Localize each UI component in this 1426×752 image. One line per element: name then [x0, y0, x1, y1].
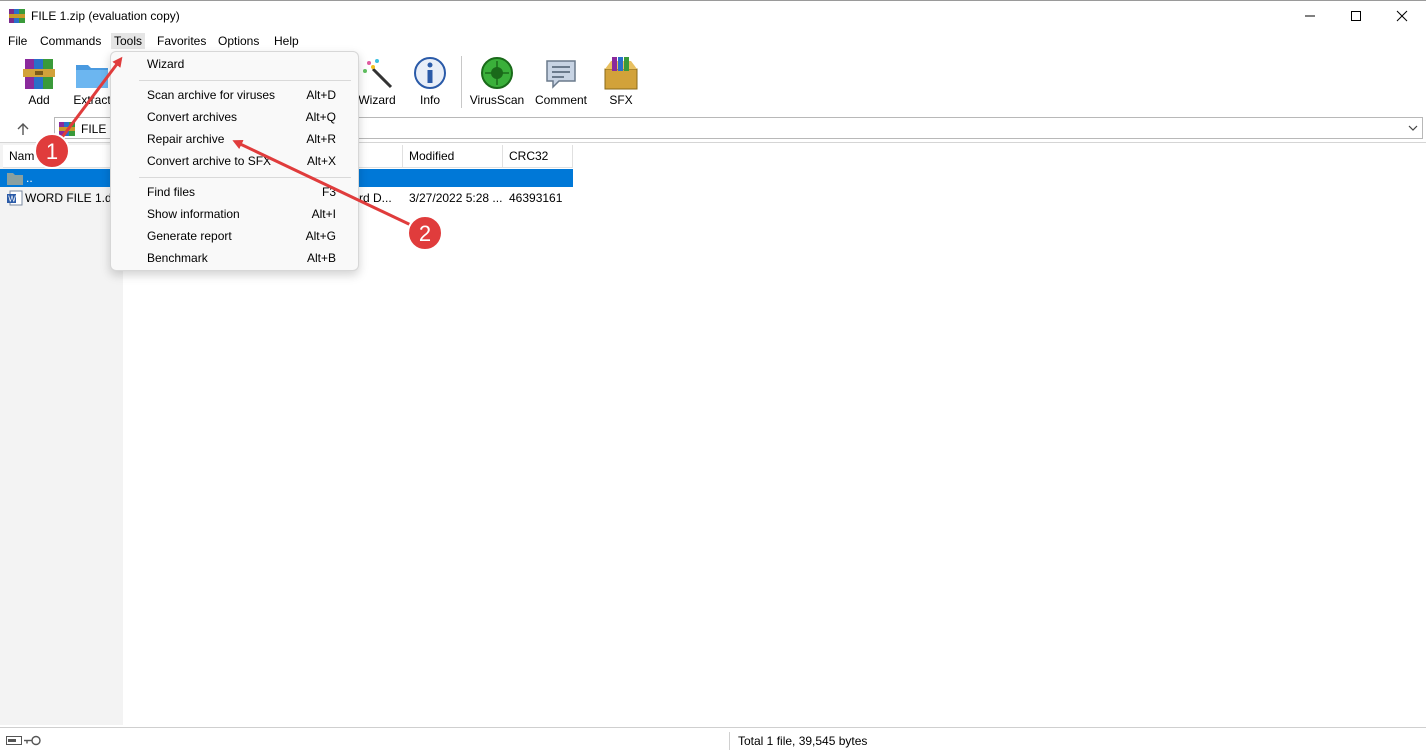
close-icon — [1396, 10, 1408, 22]
comment-icon — [546, 60, 576, 89]
menu-item-shortcut: Alt+R — [306, 132, 336, 146]
menu-help[interactable]: Help — [271, 33, 302, 49]
menu-item-repair-archive[interactable]: Repair archive Alt+R — [111, 128, 358, 150]
status-divider — [729, 732, 730, 750]
sfx-label: SFX — [609, 93, 633, 107]
virus-scan-icon — [481, 57, 513, 89]
drive-icon — [6, 736, 22, 745]
menu-item-label: Find files — [147, 185, 196, 199]
menu-file[interactable]: File — [5, 33, 30, 49]
step-badge-2 — [407, 215, 443, 251]
word-document-icon: W — [7, 190, 23, 206]
column-header-modified[interactable]: Modified — [403, 145, 503, 168]
menu-options[interactable]: Options — [215, 33, 262, 49]
info-button[interactable]: Info — [400, 55, 460, 111]
menu-item-shortcut: Alt+G — [305, 229, 336, 243]
status-bar: Total 1 file, 39,545 bytes — [0, 727, 1426, 752]
menu-bar: File Commands Tools Favorites Options He… — [0, 31, 1426, 51]
menu-item-label: Repair archive — [147, 132, 225, 146]
close-button[interactable] — [1379, 1, 1425, 31]
add-label: Add — [28, 93, 50, 107]
menu-favorites[interactable]: Favorites — [154, 33, 209, 49]
sfx-button[interactable]: SFX — [591, 55, 651, 111]
menu-item-wizard[interactable]: Wizard — [111, 53, 358, 75]
comment-label: Comment — [534, 93, 587, 107]
row-type: rd D... — [359, 191, 392, 205]
virusscan-label: VirusScan — [469, 93, 525, 107]
menu-item-label: Convert archives — [147, 110, 238, 124]
window-title: FILE 1.zip (evaluation copy) — [31, 9, 180, 23]
info-icon — [414, 57, 446, 89]
winrar-app-icon — [9, 9, 25, 23]
minimize-button[interactable] — [1287, 1, 1333, 31]
menu-item-convert-archives[interactable]: Convert archives Alt+Q — [111, 106, 358, 128]
menu-commands[interactable]: Commands — [37, 33, 104, 49]
column-header-type[interactable] — [359, 145, 403, 168]
maximize-icon — [1351, 11, 1361, 21]
menu-item-label: Show information — [147, 207, 240, 221]
menu-item-shortcut: Alt+Q — [305, 110, 336, 124]
row-name: .. — [26, 171, 33, 185]
menu-item-convert-to-sfx[interactable]: Convert archive to SFX Alt+X — [111, 150, 358, 172]
menu-item-generate-report[interactable]: Generate report Alt+G — [111, 225, 358, 247]
menu-item-label: Convert archive to SFX — [147, 154, 272, 168]
menu-item-label: Scan archive for viruses — [147, 88, 276, 102]
extract-folder-icon — [76, 65, 108, 88]
tools-menu: Wizard Scan archive for viruses Alt+D Co… — [110, 51, 359, 271]
menu-tools[interactable]: Tools — [111, 33, 146, 49]
magic-wand-icon — [363, 59, 393, 89]
virusscan-button[interactable]: VirusScan — [467, 55, 527, 111]
add-archive-icon — [23, 59, 55, 89]
menu-item-shortcut: Alt+B — [306, 251, 336, 265]
folder-tree-pane[interactable] — [0, 143, 123, 725]
sfx-box-icon — [604, 57, 638, 90]
column-header-name[interactable]: Nam — [3, 145, 123, 168]
maximize-button[interactable] — [1333, 1, 1379, 31]
status-text: Total 1 file, 39,545 bytes — [738, 734, 868, 748]
archive-icon — [59, 122, 75, 136]
menu-item-benchmark[interactable]: Benchmark Alt+B — [111, 247, 358, 269]
menu-separator — [139, 177, 351, 178]
add-button[interactable]: Add — [9, 55, 69, 111]
menu-item-find-files[interactable]: Find files F3 — [111, 181, 358, 203]
menu-item-scan-viruses[interactable]: Scan archive for viruses Alt+D — [111, 84, 358, 106]
svg-text:W: W — [8, 195, 16, 204]
toolbar-separator — [461, 56, 462, 108]
menu-item-shortcut: Alt+I — [311, 207, 336, 221]
menu-item-shortcut: Alt+D — [306, 88, 336, 102]
menu-separator — [139, 80, 351, 81]
menu-item-shortcut: Alt+X — [306, 154, 336, 168]
menu-item-label: Generate report — [147, 229, 232, 243]
menu-item-show-information[interactable]: Show information Alt+I — [111, 203, 358, 225]
column-header-crc32[interactable]: CRC32 — [503, 145, 573, 168]
comment-button[interactable]: Comment — [531, 55, 591, 111]
menu-item-shortcut: F3 — [321, 185, 336, 199]
menu-item-label: Benchmark — [147, 251, 208, 265]
minimize-icon — [1305, 15, 1315, 17]
menu-item-label: Wizard — [147, 57, 185, 71]
step-badge-2-number: 2 — [419, 221, 431, 246]
key-icon — [24, 735, 41, 746]
title-bar: FILE 1.zip (evaluation copy) — [0, 0, 1426, 31]
row-name: WORD FILE 1.do — [25, 191, 119, 205]
row-crc: 46393161 — [509, 191, 563, 205]
info-label: Info — [419, 93, 440, 107]
up-arrow-icon[interactable] — [14, 120, 32, 138]
row-modified: 3/27/2022 5:28 ... — [409, 191, 503, 205]
folder-up-icon — [7, 173, 23, 185]
chevron-down-icon[interactable] — [1407, 121, 1419, 135]
